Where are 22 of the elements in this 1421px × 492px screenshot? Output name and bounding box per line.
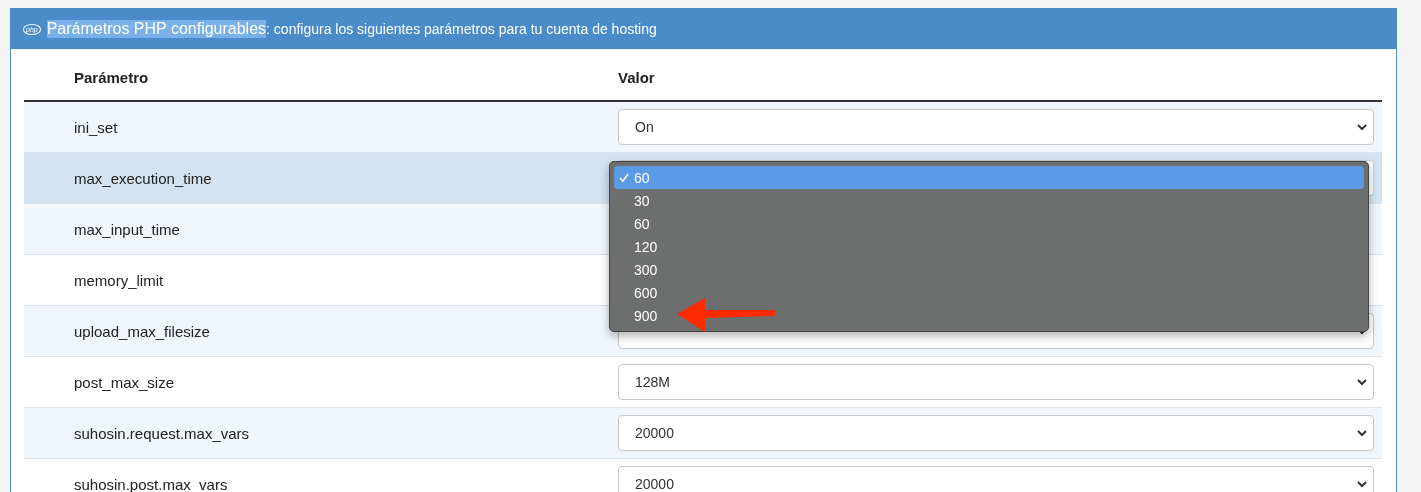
column-header: Parámetro: [73, 69, 150, 86]
dropdown-option[interactable]: 30: [614, 189, 1364, 212]
dropdown-option[interactable]: 300: [614, 258, 1364, 281]
value-select[interactable]: On: [618, 109, 1374, 145]
value-select[interactable]: 20000: [618, 466, 1374, 492]
value-select[interactable]: 20000: [618, 415, 1374, 451]
parameter-name: max_input_time: [73, 220, 181, 238]
parameter-name: suhosin.request.max_vars: [73, 424, 251, 442]
dropdown-option[interactable]: 120: [614, 235, 1364, 258]
parameter-name: memory_limit: [73, 271, 165, 289]
parameter-name: ini_set: [73, 118, 119, 136]
dropdown-option[interactable]: 60: [614, 212, 1364, 235]
dropdown-option[interactable]: 600: [614, 281, 1364, 304]
panel-subtitle: : configura los siguientes parámetros para tu cuenta de hosting: [266, 21, 657, 37]
value-select[interactable]: 128M: [618, 364, 1374, 400]
parameter-name: upload_max_filesize: [73, 322, 211, 340]
parameter-name: post_max_size: [73, 373, 176, 391]
parameter-name: max_execution_time: [73, 169, 213, 187]
parameter-name: suhosin.post.max_vars: [73, 475, 229, 492]
dropdown-option[interactable]: 60: [614, 166, 1364, 189]
column-header: Valor: [618, 69, 656, 86]
dropdown-option[interactable]: 900: [614, 304, 1364, 327]
